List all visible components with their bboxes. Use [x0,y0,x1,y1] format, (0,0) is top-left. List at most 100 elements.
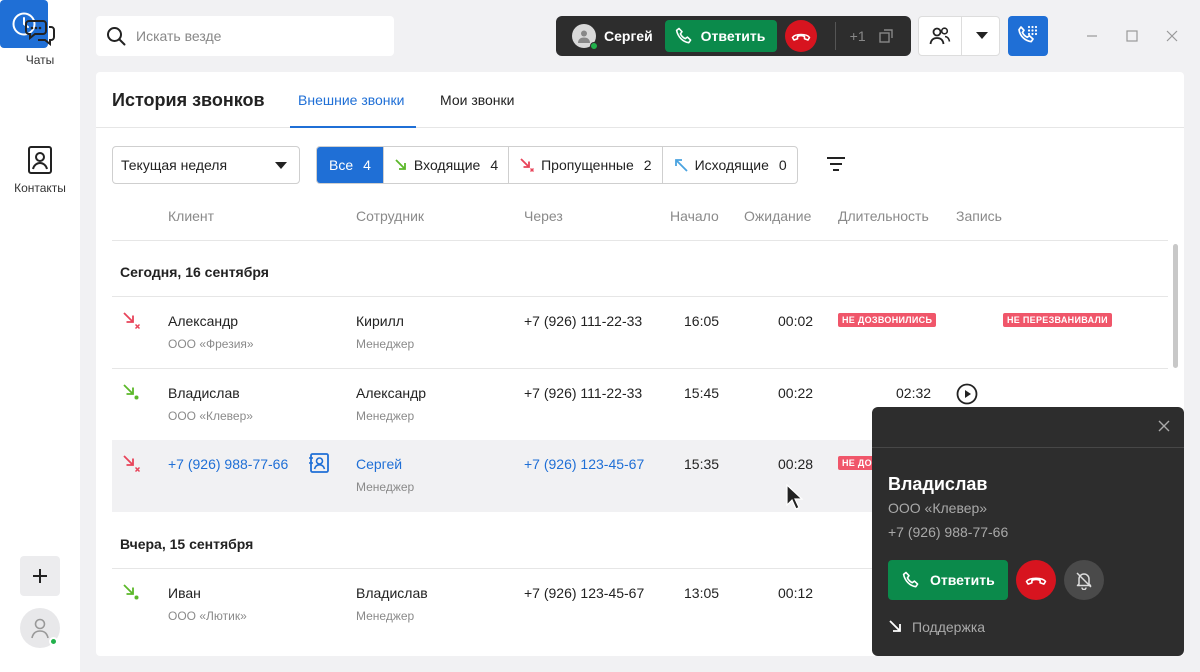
table-row[interactable]: Александр ООО «Фрезия» Кирилл Менеджер +… [112,297,1168,369]
popup-answer-button[interactable]: Ответить [888,560,1008,600]
phone-icon [675,27,692,44]
caller-avatar [572,24,598,50]
missed-call-icon [123,455,141,473]
filter-all[interactable]: Все 4 [317,147,383,183]
user-avatar[interactable] [20,608,60,648]
incoming-call-popup: Владислав ООО «Клевер» +7 (926) 988-77-6… [872,407,1184,656]
contacts-icon [28,146,52,174]
nav-chats-label: Чаты [25,53,55,67]
popup-mute-button[interactable] [1064,560,1104,600]
filter-settings-icon[interactable] [826,156,846,172]
search-icon [107,27,126,46]
dialer-button[interactable] [1008,16,1048,56]
popout-icon[interactable] [878,28,894,44]
tab-external-calls[interactable]: Внешние звонки [298,92,404,108]
column-client[interactable]: Клиент [168,208,214,224]
start-time: 13:05 [684,585,720,601]
employee-role: Менеджер [356,409,415,423]
employee-role: Менеджер [356,337,415,351]
via-number: +7 (926) 111-22-33 [524,385,643,401]
period-select[interactable]: Текущая неделя [112,146,300,184]
column-wait[interactable]: Ожидание [744,208,811,224]
missed-call-icon [123,312,141,330]
filter-label: Пропущенные [541,157,634,173]
popup-caller-name: Владислав [888,474,988,494]
add-contact-icon[interactable] [308,452,330,474]
panel-header: История звонков Внешние звонки Мои звонк… [96,72,1184,128]
online-status-dot [49,637,58,646]
play-icon[interactable] [956,383,978,405]
user-icon [578,30,590,43]
divider [872,447,1184,448]
left-nav: Чаты Контакты [0,0,80,672]
employee-role: Менеджер [356,609,415,623]
column-duration[interactable]: Длительность [838,208,929,224]
divider [961,16,962,56]
maximize-icon [1126,30,1138,42]
call-type-filter: Все 4 Входящие 4 Пропущенные 2 Исходящие… [316,146,798,184]
nav-chats[interactable]: Чаты [0,18,80,67]
group-call-button[interactable] [918,16,1000,56]
employee-role: Менеджер [356,480,415,494]
popup-hangup-button[interactable] [1016,560,1056,600]
incoming-call-icon [889,620,901,632]
employee-name: Владислав [356,585,428,601]
column-employee[interactable]: Сотрудник [356,208,424,224]
maximize-button[interactable] [1124,28,1140,44]
client-name: Владислав [168,385,240,401]
column-start[interactable]: Начало [670,208,719,224]
start-time: 15:35 [684,456,720,472]
filter-missed[interactable]: Пропущенные 2 [508,147,661,183]
hangup-icon [1025,577,1047,585]
wait-time: 00:22 [778,385,814,401]
filter-count: 2 [643,157,652,173]
popup-line-info: Поддержка [888,619,985,635]
scrollbar[interactable] [1173,244,1178,368]
missed-call-icon [520,158,535,172]
search-input[interactable] [136,28,376,44]
plus-icon [33,569,47,583]
filter-count: 4 [490,157,499,173]
employee-name: Александр [356,385,427,401]
via-number-link[interactable]: +7 (926) 123-45-67 [524,456,644,472]
column-record[interactable]: Запись [956,208,1002,224]
minimize-icon [1087,35,1097,37]
active-call-bar: Сергей Ответить +1 [556,16,911,56]
status-badge: НЕ ДОЗВОНИЛИСЬ [838,313,937,327]
hangup-button[interactable] [784,20,817,52]
client-org: ООО «Лютик» [168,609,247,623]
client-phone-link[interactable]: +7 (926) 988-77-66 [168,456,288,472]
mouse-cursor-icon [786,484,804,510]
nav-contacts[interactable]: Контакты [0,146,80,195]
popup-line-label: Поддержка [912,619,986,635]
incoming-call-icon [123,384,139,400]
chats-icon [25,20,55,47]
group-header-today: Сегодня, 16 сентября [120,264,269,280]
employee-link[interactable]: Сергей [356,456,402,472]
via-number: +7 (926) 111-22-33 [524,313,643,329]
wait-time: 00:28 [778,456,814,472]
active-tab-indicator [290,126,416,128]
chevron-down-icon[interactable] [976,32,988,40]
column-via[interactable]: Через [524,208,563,224]
wait-time: 00:02 [778,313,814,329]
tab-my-calls[interactable]: Мои звонки [440,92,514,108]
caret-down-icon [275,162,287,169]
filter-incoming[interactable]: Входящие 4 [382,147,508,183]
client-org: ООО «Фрезия» [168,337,254,351]
filter-outgoing[interactable]: Исходящие 0 [661,147,797,183]
client-name: Александр [168,313,239,329]
answer-button[interactable]: Ответить [664,20,777,52]
start-time: 15:45 [684,385,720,401]
start-time: 16:05 [684,313,720,329]
popup-caller-org: ООО «Клевер» [888,500,988,516]
minimize-button[interactable] [1084,28,1100,44]
more-calls-count[interactable]: +1 [850,28,866,44]
add-button[interactable] [20,556,60,596]
close-icon[interactable] [1158,420,1170,432]
user-icon [31,618,49,639]
filter-label: Все [329,157,354,173]
close-window-button[interactable] [1164,28,1180,44]
dialpad-phone-icon [1018,25,1038,43]
status-badge: НЕ ПЕРЕЗВАНИВАЛИ [1003,313,1112,327]
